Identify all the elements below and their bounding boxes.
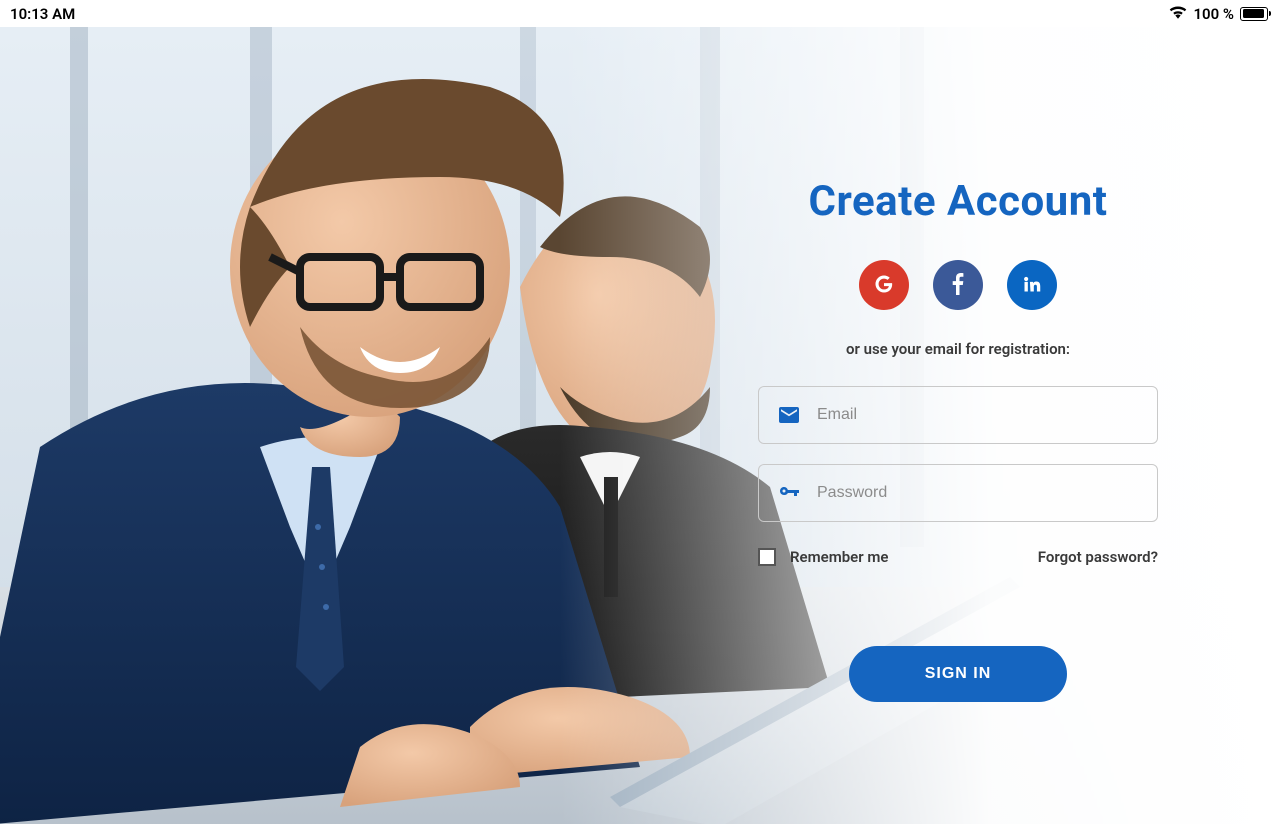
signup-form: Remember me Forgot password? SIGN IN (758, 386, 1158, 702)
forgot-password-link[interactable]: Forgot password? (1038, 548, 1158, 566)
wifi-icon (1169, 5, 1187, 23)
password-field[interactable] (817, 484, 1139, 502)
mail-icon (777, 403, 801, 427)
google-icon (873, 273, 895, 298)
status-time: 10:13 AM (10, 5, 75, 23)
form-options-row: Remember me Forgot password? (758, 548, 1158, 566)
battery-icon (1240, 7, 1268, 21)
page-title: Create Account (809, 177, 1108, 226)
facebook-signin-button[interactable] (933, 260, 983, 310)
remember-me-checkbox[interactable] (758, 548, 776, 566)
status-bar: 10:13 AM 100 % (0, 0, 1278, 27)
remember-me-label: Remember me (790, 548, 888, 566)
password-field-wrapper[interactable] (758, 464, 1158, 522)
facebook-icon (952, 273, 964, 298)
battery-text: 100 % (1193, 5, 1234, 23)
hero: Create Account or use your email for reg… (0, 27, 1278, 824)
remember-me[interactable]: Remember me (758, 548, 888, 566)
google-signin-button[interactable] (859, 260, 909, 310)
subtext: or use your email for registration: (846, 340, 1070, 358)
sign-in-button[interactable]: SIGN IN (849, 646, 1067, 702)
signup-panel: Create Account or use your email for reg… (638, 27, 1278, 824)
linkedin-icon (1022, 274, 1042, 297)
status-right: 100 % (1169, 5, 1268, 23)
linkedin-signin-button[interactable] (1007, 260, 1057, 310)
key-icon (777, 481, 801, 505)
email-field-wrapper[interactable] (758, 386, 1158, 444)
social-row (859, 260, 1057, 310)
email-field[interactable] (817, 406, 1139, 424)
